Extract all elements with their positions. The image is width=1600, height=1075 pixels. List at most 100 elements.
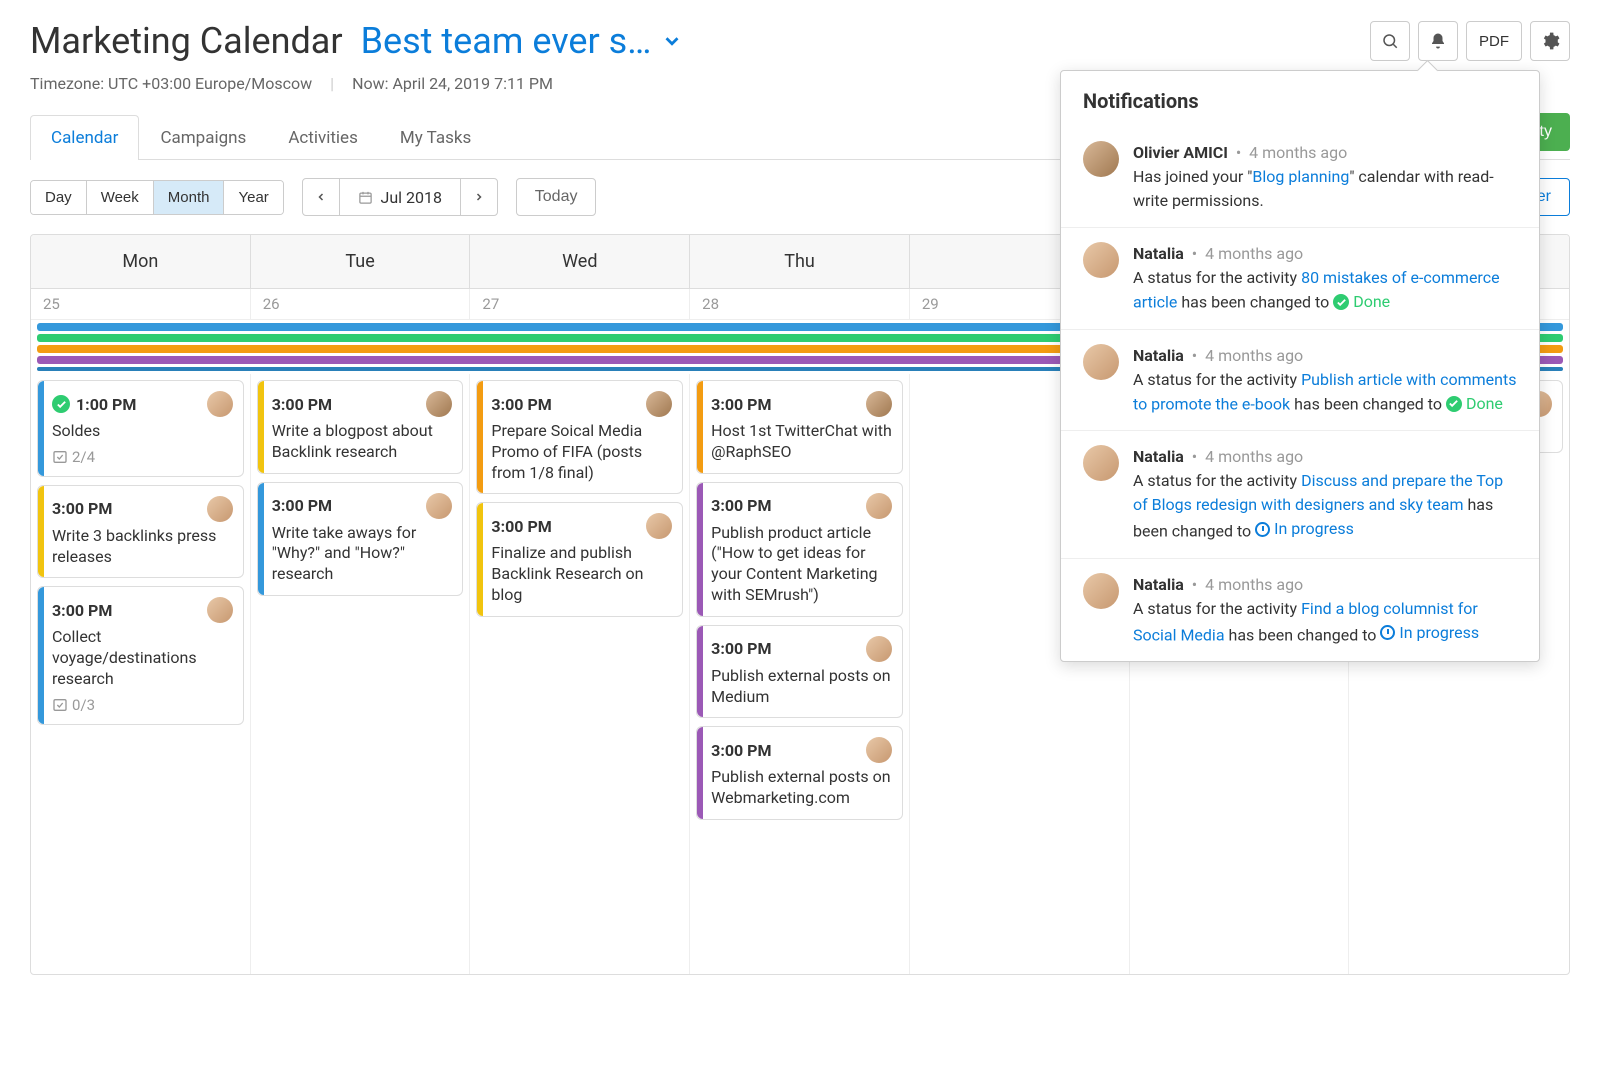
- range-year[interactable]: Year: [224, 181, 282, 214]
- status-done: Done: [1446, 392, 1503, 416]
- activity-title: Collect voyage/destinations research: [52, 627, 233, 689]
- prev-period-button[interactable]: [302, 178, 340, 216]
- period-display[interactable]: Jul 2018: [340, 178, 460, 216]
- avatar: [866, 493, 892, 519]
- activity-title: Write a blogpost about Backlink research: [272, 421, 453, 463]
- chevron-left-icon: [315, 191, 327, 203]
- activity-card[interactable]: 3:00 PMHost 1st TwitterChat with @RaphSE…: [696, 380, 903, 474]
- notification-item[interactable]: Natalia • 4 months agoA status for the a…: [1061, 559, 1539, 662]
- calendar-column: 3:00 PM Prepare Soical Media Promo of FIF…: [470, 374, 690, 974]
- avatar: [1083, 242, 1119, 278]
- notification-author: Natalia: [1133, 346, 1184, 365]
- activity-card[interactable]: 3:00 PM Publish product article ("How to …: [696, 482, 903, 617]
- date-cell[interactable]: 26: [251, 289, 471, 319]
- avatar: [646, 391, 672, 417]
- tab-calendar[interactable]: Calendar: [30, 115, 139, 160]
- task-progress: 2/4: [52, 448, 233, 466]
- activity-card[interactable]: 3:00 PM Prepare Soical Media Promo of FIF…: [476, 380, 683, 494]
- notification-text: A status for the activity: [1133, 370, 1301, 389]
- activity-time: 3:00 PM: [711, 496, 771, 515]
- notification-text: A status for the activity: [1133, 268, 1301, 287]
- avatar: [1083, 573, 1119, 609]
- activity-card[interactable]: 3:00 PMFinalize and publish Backlink Res…: [476, 502, 683, 616]
- range-day[interactable]: Day: [31, 181, 87, 214]
- activity-time: 3:00 PM: [711, 741, 771, 760]
- notification-item[interactable]: Olivier AMICI • 4 months agoHas joined y…: [1061, 127, 1539, 228]
- now-label: Now: April 24, 2019 7:11 PM: [352, 74, 553, 93]
- avatar: [207, 597, 233, 623]
- next-period-button[interactable]: [460, 178, 498, 216]
- avatar: [646, 513, 672, 539]
- tab-activities[interactable]: Activities: [267, 115, 379, 160]
- activity-title: Write 3 backlinks press releases: [52, 526, 233, 568]
- status-in-progress: In progress: [1380, 621, 1479, 645]
- date-cell[interactable]: 28: [690, 289, 910, 319]
- status-done: Done: [1333, 290, 1390, 314]
- notification-text: A status for the activity: [1133, 599, 1301, 618]
- notifications-button[interactable]: [1418, 21, 1458, 61]
- activity-title: Finalize and publish Backlink Research o…: [491, 543, 672, 605]
- tab-my-tasks[interactable]: My Tasks: [379, 115, 492, 160]
- chevron-right-icon: [473, 191, 485, 203]
- today-button[interactable]: Today: [516, 178, 597, 216]
- tab-campaigns[interactable]: Campaigns: [139, 115, 267, 160]
- notification-author: Natalia: [1133, 244, 1184, 263]
- avatar: [1083, 141, 1119, 177]
- calendar-column: 1:00 PMSoldes 2/43:00 PMWrite 3 backlink…: [31, 374, 251, 974]
- range-month[interactable]: Month: [154, 181, 225, 214]
- range-week[interactable]: Week: [87, 181, 154, 214]
- activity-title: Host 1st TwitterChat with @RaphSEO: [711, 421, 892, 463]
- calendar-icon: [358, 190, 373, 205]
- activity-time: 3:00 PM: [272, 395, 332, 414]
- notification-time: • 4 months ago: [1184, 575, 1303, 594]
- timezone-label: Timezone: UTC +03:00 Europe/Moscow: [30, 74, 312, 93]
- activity-card[interactable]: 3:00 PMWrite 3 backlinks press releases: [37, 485, 244, 579]
- notification-author: Olivier AMICI: [1133, 143, 1228, 162]
- notification-text: has been changed to: [1177, 293, 1333, 312]
- activity-time: 3:00 PM: [52, 601, 112, 620]
- notifications-panel: Notifications Olivier AMICI • 4 months a…: [1060, 70, 1540, 662]
- task-progress: 0/3: [52, 696, 233, 714]
- activity-title: Soldes: [52, 421, 233, 442]
- page-title: Marketing Calendar: [30, 20, 343, 62]
- settings-button[interactable]: [1530, 21, 1570, 61]
- activity-title: Publish external posts on Webmarketing.c…: [711, 767, 892, 809]
- activity-title: Publish external posts on Medium: [711, 666, 892, 708]
- notification-time: • 4 months ago: [1184, 244, 1303, 263]
- date-cell[interactable]: 27: [470, 289, 690, 319]
- calendar-column: 3:00 PM Host 1st TwitterChat with @RaphSE…: [690, 374, 910, 974]
- activity-card[interactable]: 3:00 PMWrite take aways for "Why?" and "…: [257, 482, 464, 596]
- status-in-progress: In progress: [1255, 517, 1354, 541]
- activity-title: Publish product article ("How to get ide…: [711, 523, 892, 606]
- notification-item[interactable]: Natalia • 4 months agoA status for the a…: [1061, 330, 1539, 432]
- date-cell[interactable]: 25: [31, 289, 251, 319]
- activity-time: 1:00 PM: [52, 395, 136, 414]
- activity-card[interactable]: 3:00 PMPublish external posts on Medium: [696, 625, 903, 719]
- team-dropdown[interactable]: Best team ever s…: [361, 20, 684, 62]
- chevron-down-icon: [661, 30, 683, 52]
- notification-link[interactable]: Blog planning: [1252, 167, 1349, 186]
- notification-text: A status for the activity: [1133, 471, 1301, 490]
- avatar: [866, 636, 892, 662]
- activity-time: 3:00 PM: [491, 395, 551, 414]
- period-label: Jul 2018: [381, 188, 442, 207]
- day-header: Tue: [251, 235, 471, 288]
- bell-icon: [1429, 32, 1447, 50]
- notification-text: has been changed to: [1290, 394, 1446, 413]
- activity-card[interactable]: 3:00 PM Collect voyage/destinations resea…: [37, 586, 244, 724]
- notification-author: Natalia: [1133, 447, 1184, 466]
- avatar: [207, 496, 233, 522]
- day-header: Wed: [470, 235, 690, 288]
- activity-card[interactable]: 1:00 PM Soldes 2/4: [37, 380, 244, 477]
- search-icon: [1381, 32, 1399, 50]
- notification-text: has been changed to: [1225, 625, 1381, 644]
- pdf-button[interactable]: PDF: [1466, 21, 1522, 61]
- activity-card[interactable]: 3:00 PM Write a blogpost about Backlink r…: [257, 380, 464, 474]
- search-button[interactable]: [1370, 21, 1410, 61]
- activity-title: Prepare Soical Media Promo of FIFA (post…: [491, 421, 672, 483]
- notification-item[interactable]: Natalia • 4 months ago A status for the a…: [1061, 228, 1539, 330]
- gear-icon: [1540, 31, 1560, 51]
- activity-card[interactable]: 3:00 PM Publish external posts on Webmark…: [696, 726, 903, 820]
- avatar: [426, 391, 452, 417]
- notification-item[interactable]: Natalia • 4 months agoA status for the a…: [1061, 431, 1539, 559]
